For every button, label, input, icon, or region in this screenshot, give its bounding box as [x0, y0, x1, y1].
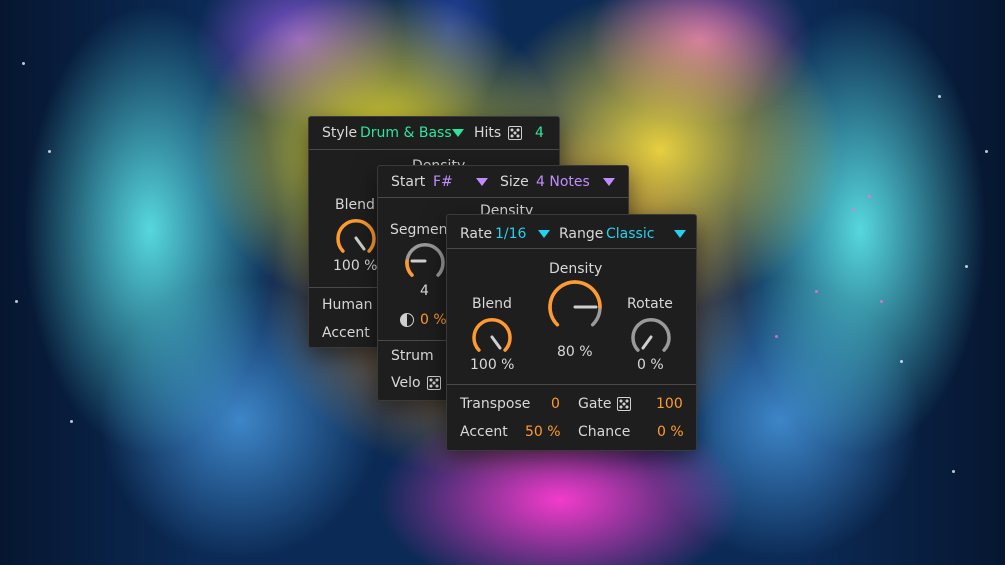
gate-label: Gate — [578, 396, 612, 412]
accent-label: Accent — [460, 424, 508, 440]
style-dropdown-arrow-icon[interactable] — [452, 129, 464, 137]
range-dropdown-arrow-icon[interactable] — [674, 230, 686, 238]
density-value: 80 % — [557, 344, 593, 360]
strum-label: Strum — [391, 348, 434, 364]
style-label: Style — [322, 125, 358, 141]
size-dropdown-arrow-icon[interactable] — [603, 178, 615, 186]
phase-value[interactable]: 0 % — [420, 312, 447, 328]
rate-label: Rate — [460, 226, 493, 242]
start-label: Start — [391, 174, 426, 190]
hits-label: Hits — [474, 125, 502, 141]
size-label: Size — [500, 174, 529, 190]
size-value[interactable]: 4 Notes — [536, 174, 590, 190]
phase-icon — [400, 313, 414, 327]
blend-knob[interactable] — [331, 215, 381, 259]
dice-icon[interactable] — [617, 397, 631, 411]
range-label: Range — [559, 226, 604, 242]
human-label: Human — [322, 297, 373, 313]
blend-value: 100 % — [470, 357, 515, 373]
style-value[interactable]: Drum & Bass — [360, 125, 452, 141]
transpose-label: Transpose — [460, 396, 531, 412]
transpose-value[interactable]: 0 — [551, 396, 560, 412]
blend-label: Blend — [335, 197, 375, 213]
blend-label: Blend — [472, 296, 512, 312]
start-value[interactable]: F# — [433, 174, 453, 190]
density-label: Density — [549, 261, 603, 277]
rotate-value: 0 % — [637, 357, 664, 373]
dice-icon[interactable] — [427, 376, 441, 390]
rate-dropdown-arrow-icon[interactable] — [538, 230, 550, 238]
range-value[interactable]: Classic — [606, 226, 654, 242]
segments-knob[interactable] — [400, 239, 450, 283]
rate-value[interactable]: 1/16 — [495, 226, 526, 242]
chance-label: Chance — [578, 424, 631, 440]
velo-label: Velo — [391, 375, 421, 391]
chance-value[interactable]: 0 % — [657, 424, 684, 440]
rotate-label: Rotate — [627, 296, 673, 312]
gate-value[interactable]: 100 — [656, 396, 683, 412]
rotate-knob[interactable] — [626, 314, 676, 358]
dice-icon[interactable] — [508, 126, 522, 140]
accent-value[interactable]: 50 % — [525, 424, 561, 440]
hits-value[interactable]: 4 — [535, 125, 544, 141]
segments-value: 4 — [420, 283, 429, 299]
accent-label: Accent — [322, 325, 370, 341]
blend-knob[interactable] — [467, 314, 517, 358]
density-knob[interactable] — [543, 279, 607, 335]
start-dropdown-arrow-icon[interactable] — [476, 178, 488, 186]
blend-value: 100 % — [333, 258, 378, 274]
arpeggiator-device-panel: Rate 1/16 Range Classic Density 80 % Ble… — [446, 214, 697, 451]
